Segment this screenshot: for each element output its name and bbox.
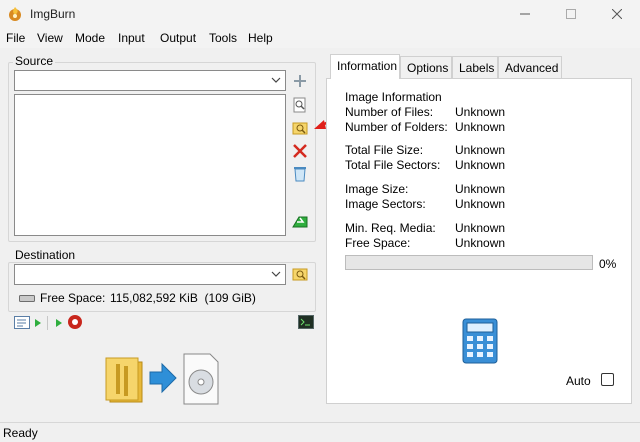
source-group-label: Source: [13, 54, 56, 68]
disc-image-icon: [183, 353, 219, 405]
info-label: Min. Req. Media:: [345, 221, 436, 235]
log-icon[interactable]: [298, 315, 314, 329]
close-icon: [612, 9, 622, 19]
record-icon[interactable]: [67, 314, 83, 330]
info-value: Unknown: [455, 236, 506, 250]
search-file-icon: [293, 97, 306, 113]
add-file-button[interactable]: [291, 72, 309, 90]
info-value: Unknown: [455, 105, 506, 119]
tab-information-label: Information: [337, 59, 398, 73]
close-button[interactable]: [594, 0, 640, 28]
source-file-list[interactable]: [14, 94, 286, 236]
tab-information[interactable]: Information: [330, 54, 400, 79]
menu-input[interactable]: Input: [118, 31, 145, 45]
status-bar: Ready: [0, 422, 640, 442]
source-combo[interactable]: [14, 70, 286, 91]
tab-labels-label: Labels: [459, 61, 495, 75]
info-label: Free Space:: [345, 236, 411, 250]
progress-percent: 0%: [599, 257, 617, 271]
info-value: Unknown: [455, 182, 506, 196]
menu-output[interactable]: Output: [160, 31, 196, 45]
browse-destination-button[interactable]: [291, 265, 309, 283]
imgburn-app-icon: [9, 7, 21, 21]
status-text: Ready: [3, 426, 38, 440]
chevron-down-icon: [271, 77, 281, 83]
image-information-heading: Image Information: [345, 90, 442, 104]
clear-list-button[interactable]: [291, 165, 309, 183]
menu-help[interactable]: Help: [248, 31, 273, 45]
auto-label: Auto: [566, 374, 591, 388]
drive-icon: [19, 295, 35, 302]
calculate-button[interactable]: [291, 212, 309, 230]
browse-folder-icon: [292, 122, 308, 135]
free-space-label: Free Space:: [40, 291, 106, 305]
title-bar: ImgBurn: [0, 0, 640, 28]
recycle-icon: [294, 167, 306, 182]
info-label: Total File Sectors:: [345, 158, 441, 172]
info-tabs: Information Options Labels Advanced Imag…: [326, 54, 632, 404]
info-label: Total File Size:: [345, 143, 424, 157]
info-value: Unknown: [455, 197, 506, 211]
auto-checkbox[interactable]: [601, 373, 614, 386]
chevron-down-icon: [271, 271, 281, 277]
info-label: Image Size:: [345, 182, 409, 196]
play-icon[interactable]: [55, 318, 63, 328]
maximize-button[interactable]: [548, 0, 594, 28]
info-value: Unknown: [455, 221, 506, 235]
menu-view[interactable]: View: [37, 31, 63, 45]
build-button[interactable]: [102, 350, 224, 409]
info-label: Image Sectors:: [345, 197, 426, 211]
menu-file[interactable]: File: [6, 31, 25, 45]
window-title: ImgBurn: [30, 7, 76, 21]
add-icon: [294, 75, 306, 87]
info-label: Number of Files:: [345, 105, 434, 119]
information-panel: Image Information Number of Files: Unkno…: [326, 78, 632, 404]
tab-labels[interactable]: Labels: [452, 56, 498, 78]
folder-icon: [105, 357, 143, 403]
info-label: Number of Folders:: [345, 120, 448, 134]
tab-options[interactable]: Options: [400, 56, 452, 78]
destination-combo[interactable]: [14, 264, 286, 285]
calculator-icon[interactable]: [462, 318, 498, 364]
info-value: Unknown: [455, 158, 506, 172]
info-value: Unknown: [455, 143, 506, 157]
tab-options-label: Options: [407, 61, 449, 75]
browse-folder-button[interactable]: [291, 119, 309, 137]
tab-advanced-label: Advanced: [505, 61, 559, 75]
minimize-icon: [520, 13, 530, 15]
browse-folder-icon: [292, 268, 308, 281]
build-icon: [105, 353, 219, 405]
destination-group-label: Destination: [13, 248, 78, 262]
info-value: Unknown: [455, 120, 506, 134]
free-space-value: 115,082,592 KiB (109 GiB): [110, 291, 256, 305]
calculate-icon: [292, 216, 308, 228]
search-file-button[interactable]: [291, 96, 309, 114]
menu-mode[interactable]: Mode: [75, 31, 105, 45]
menu-bar: File View Mode Input Output Tools Help: [0, 28, 640, 48]
toolbar-divider: [47, 316, 48, 330]
maximize-icon: [566, 9, 576, 19]
tab-advanced[interactable]: Advanced: [498, 56, 562, 78]
play-icon[interactable]: [34, 318, 42, 328]
progress-bar: [345, 255, 593, 270]
log-view-icon[interactable]: [14, 316, 32, 330]
minimize-button[interactable]: [502, 0, 548, 28]
menu-tools[interactable]: Tools: [209, 31, 237, 45]
delete-icon: [293, 144, 307, 158]
main-area: Source Destination Free Space: 115,082,5…: [0, 48, 640, 422]
delete-button[interactable]: [291, 142, 309, 160]
